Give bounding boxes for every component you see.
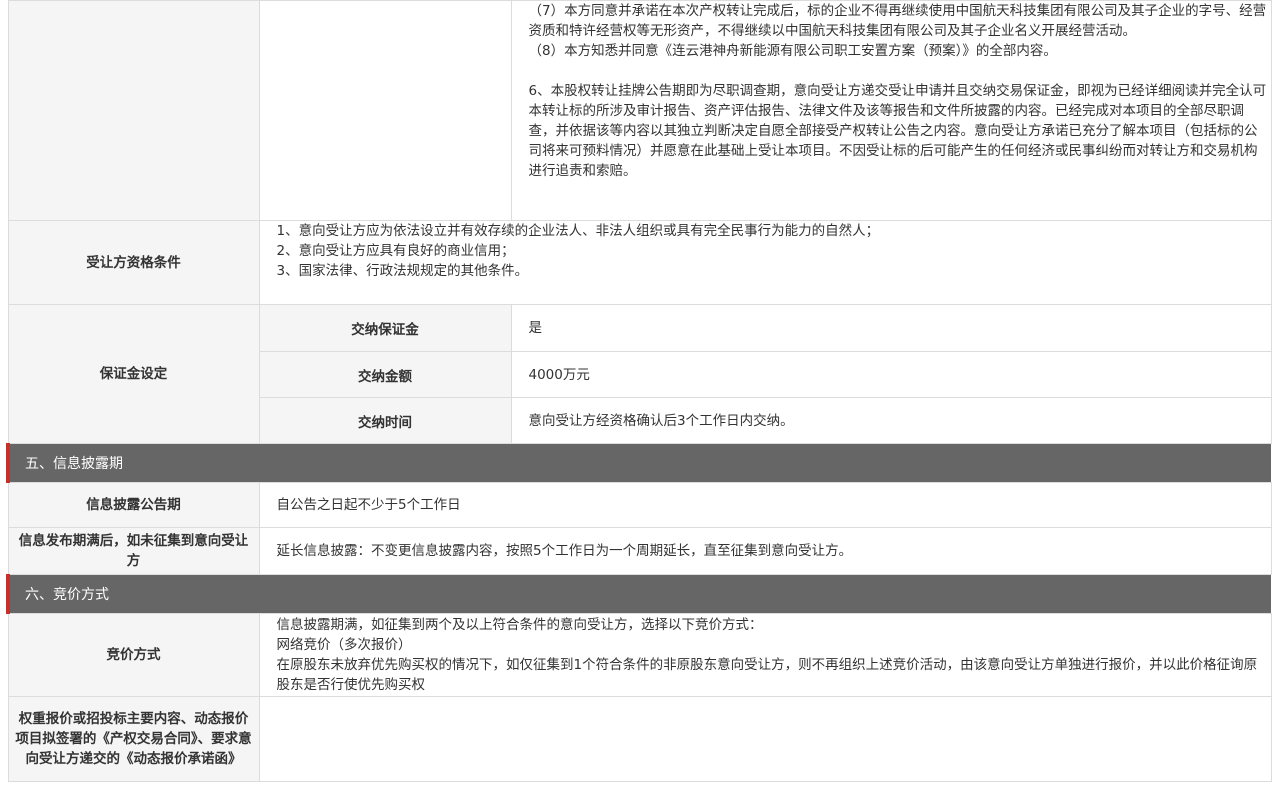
qualification-line: 3、国家法律、行政法规规定的其他条件。 bbox=[276, 263, 529, 279]
section-5-header: 五、信息披露期 bbox=[6, 443, 1271, 483]
disclosure-expiry-value: 延长信息披露：不变更信息披露内容，按照5个工作日为一个周期延长，直至征集到意向受… bbox=[258, 527, 1272, 575]
qualification-line: 2、意向受让方应具有良好的商业信用； bbox=[276, 243, 515, 259]
bidding-method-label: 竞价方式 bbox=[7, 613, 260, 697]
disclosure-document: （7）本方同意并承诺在本次产权转让完成后，标的企业不得再继续使用中国航天科技集团… bbox=[6, 0, 1272, 782]
disclosure-expiry-row: 信息发布期满后，如未征集到意向受让方 延长信息披露：不变更信息披露内容，按照5个… bbox=[7, 527, 1272, 575]
qualification-content: 1、意向受让方应为依法设立并有效存续的企业法人、非法人组织或具有完全民事行为能力… bbox=[258, 220, 1272, 305]
commitment-item-7: （7）本方同意并承诺在本次产权转让完成后，标的企业不得再继续使用中国航天科技集团… bbox=[528, 3, 1267, 39]
deposit-required-label: 交纳保证金 bbox=[258, 304, 512, 352]
disclosure-period-label: 信息披露公告期 bbox=[7, 482, 260, 528]
disclosure-period-row: 信息披露公告期 自公告之日起不少于5个工作日 bbox=[7, 482, 1272, 528]
commitment-row: （7）本方同意并承诺在本次产权转让完成后，标的企业不得再继续使用中国航天科技集团… bbox=[7, 0, 1272, 221]
contract-value bbox=[258, 696, 1272, 782]
deposit-time-label: 交纳时间 bbox=[258, 397, 512, 444]
bidding-method-line: 信息披露期满，如征集到两个及以上符合条件的意向受让方，选择以下竞价方式： bbox=[276, 617, 763, 633]
qualification-line: 1、意向受让方应为依法设立并有效存续的企业法人、非法人组织或具有完全民事行为能力… bbox=[276, 223, 880, 239]
deposit-row: 保证金设定 交纳保证金 是 bbox=[7, 304, 1272, 444]
section-5-title: 五、信息披露期 bbox=[6, 443, 1271, 483]
transfer-info-table: （7）本方同意并承诺在本次产权转让完成后，标的企业不得再继续使用中国航天科技集团… bbox=[6, 0, 1272, 782]
disclosure-period-value: 自公告之日起不少于5个工作日 bbox=[258, 482, 1272, 528]
bidding-method-line: 网络竞价（多次报价） bbox=[276, 637, 412, 653]
qualification-label: 受让方资格条件 bbox=[7, 220, 260, 305]
section-6-title: 六、竞价方式 bbox=[6, 574, 1271, 614]
contract-row: 权重报价或招投标主要内容、动态报价项目拟签署的《产权交易合同》、要求意向受让方递… bbox=[7, 696, 1272, 782]
qualification-row: 受让方资格条件 1、意向受让方应为依法设立并有效存续的企业法人、非法人组织或具有… bbox=[7, 220, 1272, 305]
due-diligence-clause: 6、本股权转让挂牌公告期即为尽职调查期，意向受让方递交受让申请并且交纳交易保证金… bbox=[528, 83, 1267, 179]
bidding-method-line: 在原股东未放弃优先购买权的情况下，如仅征集到1个符合条件的非原股东意向受让方，则… bbox=[276, 657, 1258, 693]
bidding-method-content: 信息披露期满，如征集到两个及以上符合条件的意向受让方，选择以下竞价方式： 网络竞… bbox=[258, 613, 1272, 697]
commitment-item-8: （8）本方知悉并同意《连云港神舟新能源有限公司职工安置方案（预案）》的全部内容。 bbox=[528, 43, 1057, 59]
commitment-content: （7）本方同意并承诺在本次产权转让完成后，标的企业不得再继续使用中国航天科技集团… bbox=[510, 0, 1272, 221]
contract-label: 权重报价或招投标主要内容、动态报价项目拟签署的《产权交易合同》、要求意向受让方递… bbox=[7, 696, 260, 782]
section-6-header: 六、竞价方式 bbox=[6, 574, 1271, 614]
disclosure-expiry-label: 信息发布期满后，如未征集到意向受让方 bbox=[7, 527, 260, 575]
commitment-spacer-cell bbox=[258, 0, 512, 221]
deposit-amount-value: 4000万元 bbox=[510, 351, 1272, 398]
deposit-time-value: 意向受让方经资格确认后3个工作日内交纳。 bbox=[510, 397, 1272, 444]
deposit-amount-label: 交纳金额 bbox=[258, 351, 512, 398]
deposit-label: 保证金设定 bbox=[7, 304, 260, 444]
deposit-required-value: 是 bbox=[510, 304, 1272, 352]
commitment-label-cell bbox=[7, 0, 260, 221]
bidding-method-row: 竞价方式 信息披露期满，如征集到两个及以上符合条件的意向受让方，选择以下竞价方式… bbox=[7, 613, 1272, 697]
